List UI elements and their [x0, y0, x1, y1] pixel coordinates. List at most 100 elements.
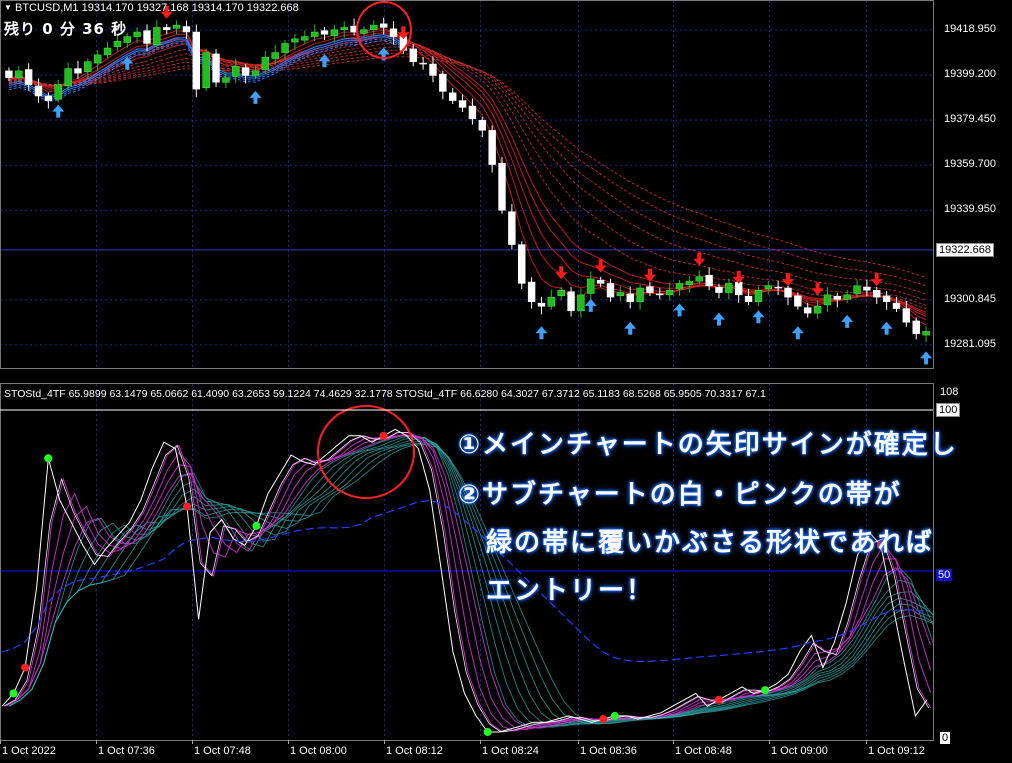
up-arrow-icon [52, 104, 65, 118]
candle-body [596, 279, 605, 284]
candle-body [873, 290, 881, 298]
candle-body [744, 295, 753, 302]
green-dot [483, 728, 492, 736]
candle-body [113, 40, 122, 47]
candle-body [439, 73, 447, 92]
candle-body [15, 70, 23, 78]
down-arrow-icon [693, 252, 706, 266]
candle-body [310, 31, 319, 37]
candle-body [636, 287, 644, 302]
green-dot [761, 686, 770, 695]
main-chart-panel[interactable] [5, 1, 933, 365]
candle-body [301, 36, 309, 41]
time-label: 1 Oct 2022 [2, 745, 56, 757]
up-arrow-icon [535, 326, 548, 340]
candle-body [626, 293, 634, 302]
red-dot [379, 431, 388, 440]
up-arrow-icon [318, 54, 331, 68]
green-dot [44, 454, 53, 463]
down-arrow-icon [811, 282, 824, 296]
candle-body [813, 306, 822, 314]
sub-level-tag: 50 [936, 569, 953, 581]
candle-body [646, 286, 654, 293]
candle-body [833, 295, 842, 300]
candle-body [725, 283, 733, 293]
candle-body [764, 285, 772, 290]
green-dot [252, 521, 261, 530]
candle-body [251, 70, 260, 76]
up-arrow-icon [880, 321, 893, 335]
candle-body [784, 287, 792, 298]
annotation-line-3: 緑の帯に覆いかぶさる形状であれば [486, 528, 934, 558]
candle-body [172, 24, 181, 29]
candle-body [74, 68, 82, 74]
ma-ribbon-line [8, 53, 927, 287]
time-label: 1 Oct 08:00 [290, 745, 347, 757]
candle-body [182, 26, 191, 33]
up-arrow-icon [249, 90, 262, 104]
candle-body [498, 162, 506, 211]
ma-ribbon-line [8, 42, 927, 306]
price-label: 19359.700 [944, 158, 996, 171]
candle-body [320, 30, 329, 35]
candle-body [202, 52, 210, 89]
down-arrow-icon [870, 273, 883, 287]
up-arrow-icon [791, 326, 804, 340]
candle-body [5, 70, 13, 78]
symbol-header: ▼ BTCUSD,M1 19314.170 19327.168 19314.17… [4, 2, 299, 14]
up-arrow-icon [584, 298, 597, 312]
sub-scale-100-tag: 100 [936, 403, 961, 417]
candle-body [103, 47, 112, 56]
candle-body [261, 56, 270, 70]
candle-body [537, 302, 546, 307]
down-arrow-icon [555, 266, 568, 280]
candle-body [360, 29, 368, 34]
candle-body [281, 43, 289, 53]
time-label: 1 Oct 08:24 [482, 745, 539, 757]
green-dot [610, 711, 619, 720]
candle-body [133, 31, 141, 37]
candle-body [192, 31, 201, 90]
price-chart-canvas[interactable] [0, 0, 1012, 763]
up-arrow-icon [624, 321, 637, 335]
price-label: 19339.950 [944, 203, 996, 216]
red-dot [183, 502, 191, 511]
candle-body [557, 290, 565, 297]
price-label: 19418.950 [944, 22, 996, 35]
time-label: 1 Oct 08:36 [580, 745, 637, 757]
red-dot [599, 715, 608, 724]
countdown-timer: 残り 0 分 36 秒 [4, 20, 128, 38]
main-panel-border [0, 0, 934, 369]
trading-terminal: ▼ BTCUSD,M1 19314.170 19327.168 19314.17… [0, 0, 1012, 763]
down-arrow-icon [643, 268, 656, 282]
collapse-triangle-icon[interactable]: ▼ [4, 3, 12, 12]
candle-body [232, 66, 240, 77]
candle-body [222, 77, 230, 83]
candle-body [153, 27, 161, 46]
up-arrow-icon [712, 312, 725, 326]
candle-body [734, 281, 743, 296]
ma-ribbon-line [8, 34, 927, 315]
candle-body [379, 23, 388, 28]
candle-body [241, 67, 250, 76]
time-label: 1 Oct 07:36 [98, 745, 155, 757]
up-arrow-icon [673, 303, 686, 317]
candle-body [143, 30, 151, 44]
candle-body [24, 69, 33, 85]
candle-body [54, 84, 62, 100]
sub-scale-min-tag: 0 [940, 732, 951, 744]
green-dot [9, 689, 18, 698]
candle-body [508, 211, 516, 245]
price-label: 19379.450 [944, 113, 996, 126]
red-dot [21, 663, 30, 672]
candle-body [527, 281, 536, 302]
candle-body [715, 286, 723, 293]
candle-body [547, 296, 556, 307]
candle-body [449, 92, 457, 101]
time-label: 1 Oct 09:00 [771, 745, 828, 757]
candle-body [34, 85, 43, 97]
annotation-line-1: ①メインチャートの矢印サインが確定し [458, 430, 958, 460]
candle-body [922, 331, 930, 336]
candle-body [409, 48, 417, 62]
candle-body [695, 276, 703, 282]
